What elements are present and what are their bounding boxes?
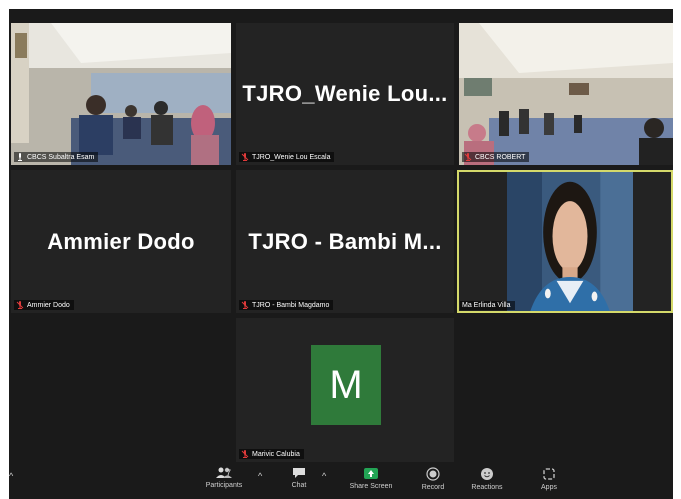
participant-label: Ammier Dodo <box>14 300 74 310</box>
participant-name: TJRO - Bambi Magdamo <box>252 301 330 309</box>
participant-display-name: Ammier Dodo <box>47 228 195 254</box>
record-icon <box>426 467 440 481</box>
reactions-button[interactable]: Reactions <box>467 467 507 499</box>
reactions-label: Reactions <box>471 484 503 491</box>
participant-display-name: TJRO_Wenie Lou... <box>242 81 448 106</box>
apps-icon <box>543 468 555 480</box>
muted-microphone-icon <box>464 153 472 161</box>
apps-button[interactable]: Apps <box>529 467 569 499</box>
participant-label: TJRO_Wenie Lou Escala <box>239 152 335 162</box>
chat-button[interactable]: Chat <box>279 467 319 499</box>
video-tile-marivic-calubia[interactable]: M Marivic Calubia <box>236 318 454 462</box>
conference-room-video <box>459 23 673 165</box>
participant-label: CBCS ROBERT <box>462 152 530 162</box>
participant-label: TJRO - Bambi Magdamo <box>239 300 334 310</box>
participants-caret-icon[interactable]: ^ <box>258 471 262 481</box>
record-button[interactable]: Record <box>413 467 453 499</box>
participants-count: 7 <box>226 468 232 478</box>
meeting-window: CBCS Subaltra Esam TJRO_Wenie Lou... TJR… <box>9 9 673 499</box>
video-tile-cbcs-subaltra[interactable]: CBCS Subaltra Esam <box>11 23 231 165</box>
video-tile-tjro-wenie[interactable]: TJRO_Wenie Lou... TJRO_Wenie Lou Escala <box>236 23 454 165</box>
muted-microphone-icon <box>16 301 24 309</box>
chat-caret-icon[interactable]: ^ <box>322 471 326 481</box>
video-tile-cbcs-robert[interactable]: CBCS ROBERT <box>459 23 673 165</box>
participant-name: TJRO_Wenie Lou Escala <box>252 153 331 161</box>
share-screen-button[interactable]: Share Screen <box>346 467 396 499</box>
muted-microphone-icon <box>241 450 249 458</box>
participants-button[interactable]: 7 Participants <box>204 467 244 499</box>
video-tile-tjro-bambi[interactable]: TJRO - Bambi M... TJRO - Bambi Magdamo <box>236 170 454 313</box>
video-tile-ammier-dodo[interactable]: Ammier Dodo Ammier Dodo <box>11 170 231 313</box>
participant-name: Ma Erlinda Villa <box>462 302 511 309</box>
apps-label: Apps <box>541 484 557 491</box>
participant-name: Marivic Calubia <box>252 450 300 458</box>
meeting-toolbar: ^ 7 Participants ^ Chat ^ Share Screen R… <box>9 463 673 499</box>
chevron-up-icon[interactable]: ^ <box>9 471 13 481</box>
conference-room-video <box>11 23 231 165</box>
muted-microphone-icon <box>241 153 249 161</box>
video-tile-ma-erlinda-villa[interactable]: Ma Erlinda Villa <box>457 170 673 313</box>
share-screen-label: Share Screen <box>349 483 393 490</box>
chat-label: Chat <box>291 482 307 489</box>
participant-label: CBCS Subaltra Esam <box>14 152 99 162</box>
participant-name: Ammier Dodo <box>27 301 70 309</box>
participants-label: Participants <box>205 482 243 489</box>
record-label: Record <box>421 484 445 491</box>
share-screen-icon <box>364 468 378 479</box>
participant-name: CBCS Subaltra Esam <box>27 153 95 161</box>
muted-microphone-icon <box>241 301 249 309</box>
avatar: M <box>311 345 381 425</box>
speaker-video <box>507 172 633 311</box>
participant-label: Marivic Calubia <box>239 449 304 459</box>
reactions-icon <box>481 468 493 480</box>
microphone-icon <box>18 153 22 161</box>
participant-display-name: TJRO - Bambi M... <box>248 228 442 254</box>
participant-name: CBCS ROBERT <box>475 153 526 161</box>
participant-label: Ma Erlinda Villa <box>460 301 515 310</box>
chat-icon <box>293 468 305 478</box>
